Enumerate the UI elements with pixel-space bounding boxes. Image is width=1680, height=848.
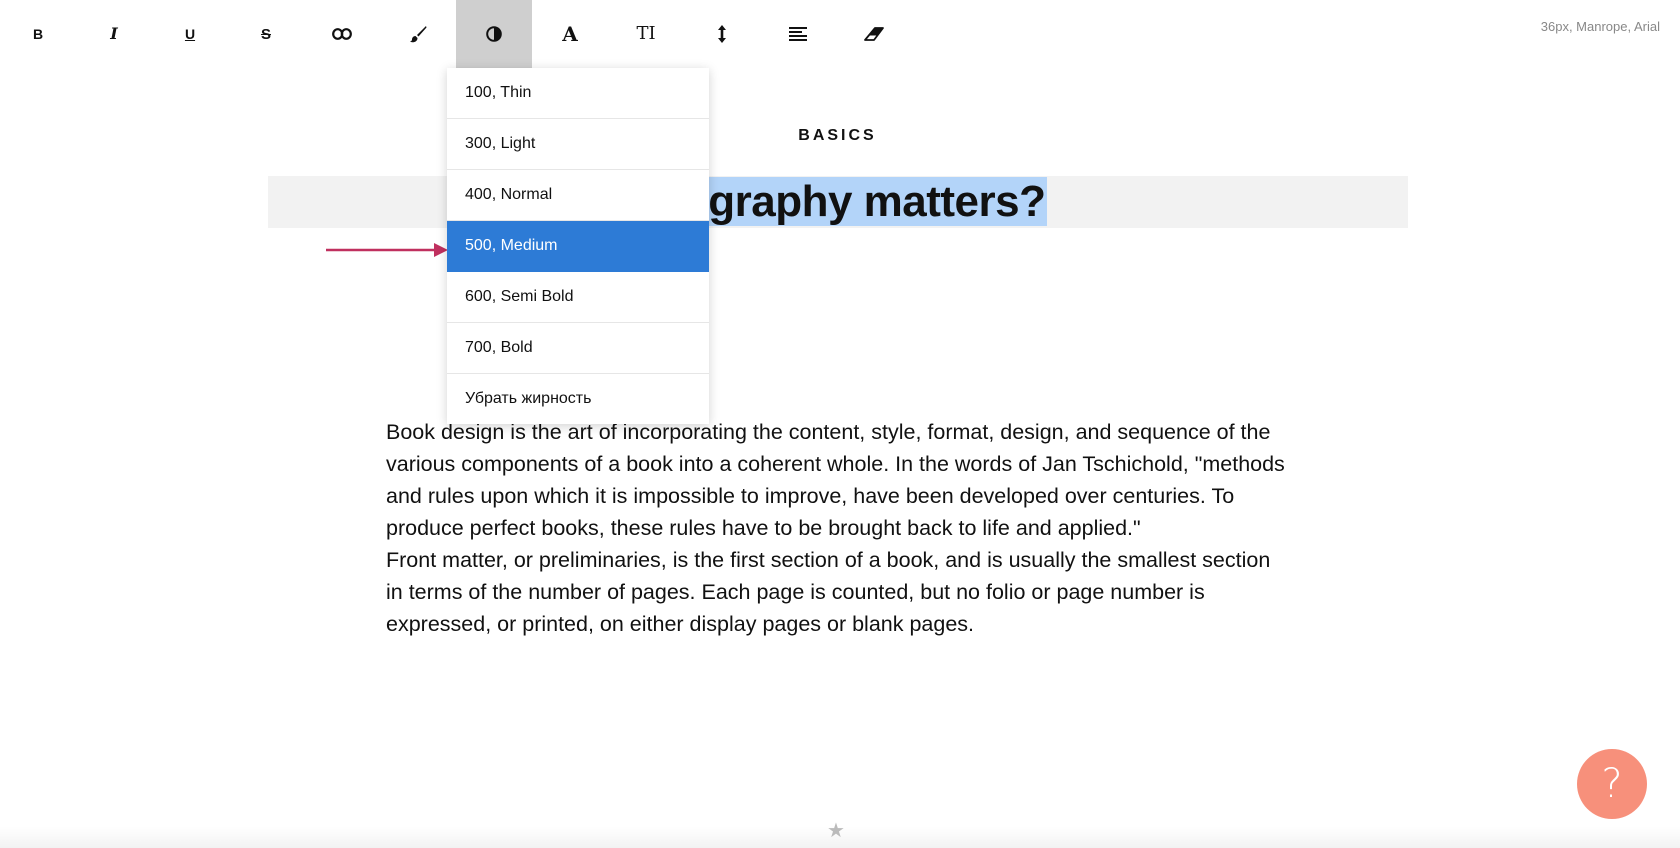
- text-align-button[interactable]: [760, 0, 836, 68]
- font-weight-menu: 100, Thin 300, Light 400, Normal 500, Me…: [447, 68, 709, 424]
- article-title[interactable]: ypography matters?: [0, 176, 1675, 228]
- help-question-label: ?: [1601, 761, 1623, 807]
- bold-icon: B: [32, 26, 44, 42]
- section-label: BASICS: [798, 127, 877, 144]
- underline-button[interactable]: U: [152, 0, 228, 68]
- weight-option-medium[interactable]: 500, Medium: [447, 221, 709, 272]
- help-button[interactable]: ?: [1577, 749, 1647, 819]
- italic-icon: I: [110, 24, 118, 43]
- italic-button[interactable]: I: [76, 0, 152, 68]
- strikethrough-icon: S: [260, 25, 271, 43]
- underline-icon: U: [184, 26, 196, 42]
- body-paragraph[interactable]: Book design is the art of incorporating …: [386, 416, 1286, 544]
- font-icon: A: [562, 22, 578, 46]
- strikethrough-button[interactable]: S: [228, 0, 304, 68]
- eraser-icon: [864, 27, 884, 41]
- pointer-arrow-icon: [326, 243, 448, 257]
- align-icon: [789, 27, 807, 41]
- weight-option-bold[interactable]: 700, Bold: [447, 323, 709, 374]
- editor-page: B I U S A TI 36px, Manrope, Arial BASICS…: [0, 0, 1680, 848]
- font-info-label: 36px, Manrope, Arial: [1540, 19, 1660, 34]
- bold-button[interactable]: B: [0, 0, 76, 68]
- text-size-button[interactable]: TI: [608, 0, 684, 68]
- article-body[interactable]: Book design is the art of incorporating …: [386, 416, 1286, 640]
- brush-icon: [410, 26, 427, 43]
- clear-format-button[interactable]: [836, 0, 912, 68]
- color-brush-button[interactable]: [380, 0, 456, 68]
- line-height-button[interactable]: [684, 0, 760, 68]
- weight-option-light[interactable]: 300, Light: [447, 119, 709, 170]
- weight-option-semibold[interactable]: 600, Semi Bold: [447, 272, 709, 323]
- text-size-icon: TI: [636, 23, 656, 44]
- font-weight-button[interactable]: [456, 0, 532, 68]
- weight-option-thin[interactable]: 100, Thin: [447, 68, 709, 119]
- font-family-button[interactable]: A: [532, 0, 608, 68]
- weight-option-remove[interactable]: Убрать жирность: [447, 374, 709, 424]
- link-icon: [332, 28, 352, 40]
- weight-option-normal[interactable]: 400, Normal: [447, 170, 709, 221]
- star-icon[interactable]: ★: [827, 818, 845, 842]
- link-button[interactable]: [304, 0, 380, 68]
- line-height-icon: [718, 25, 726, 43]
- contrast-icon: [486, 26, 502, 42]
- body-paragraph[interactable]: Front matter, or preliminaries, is the f…: [386, 544, 1286, 640]
- formatting-toolbar: B I U S A TI: [0, 0, 912, 68]
